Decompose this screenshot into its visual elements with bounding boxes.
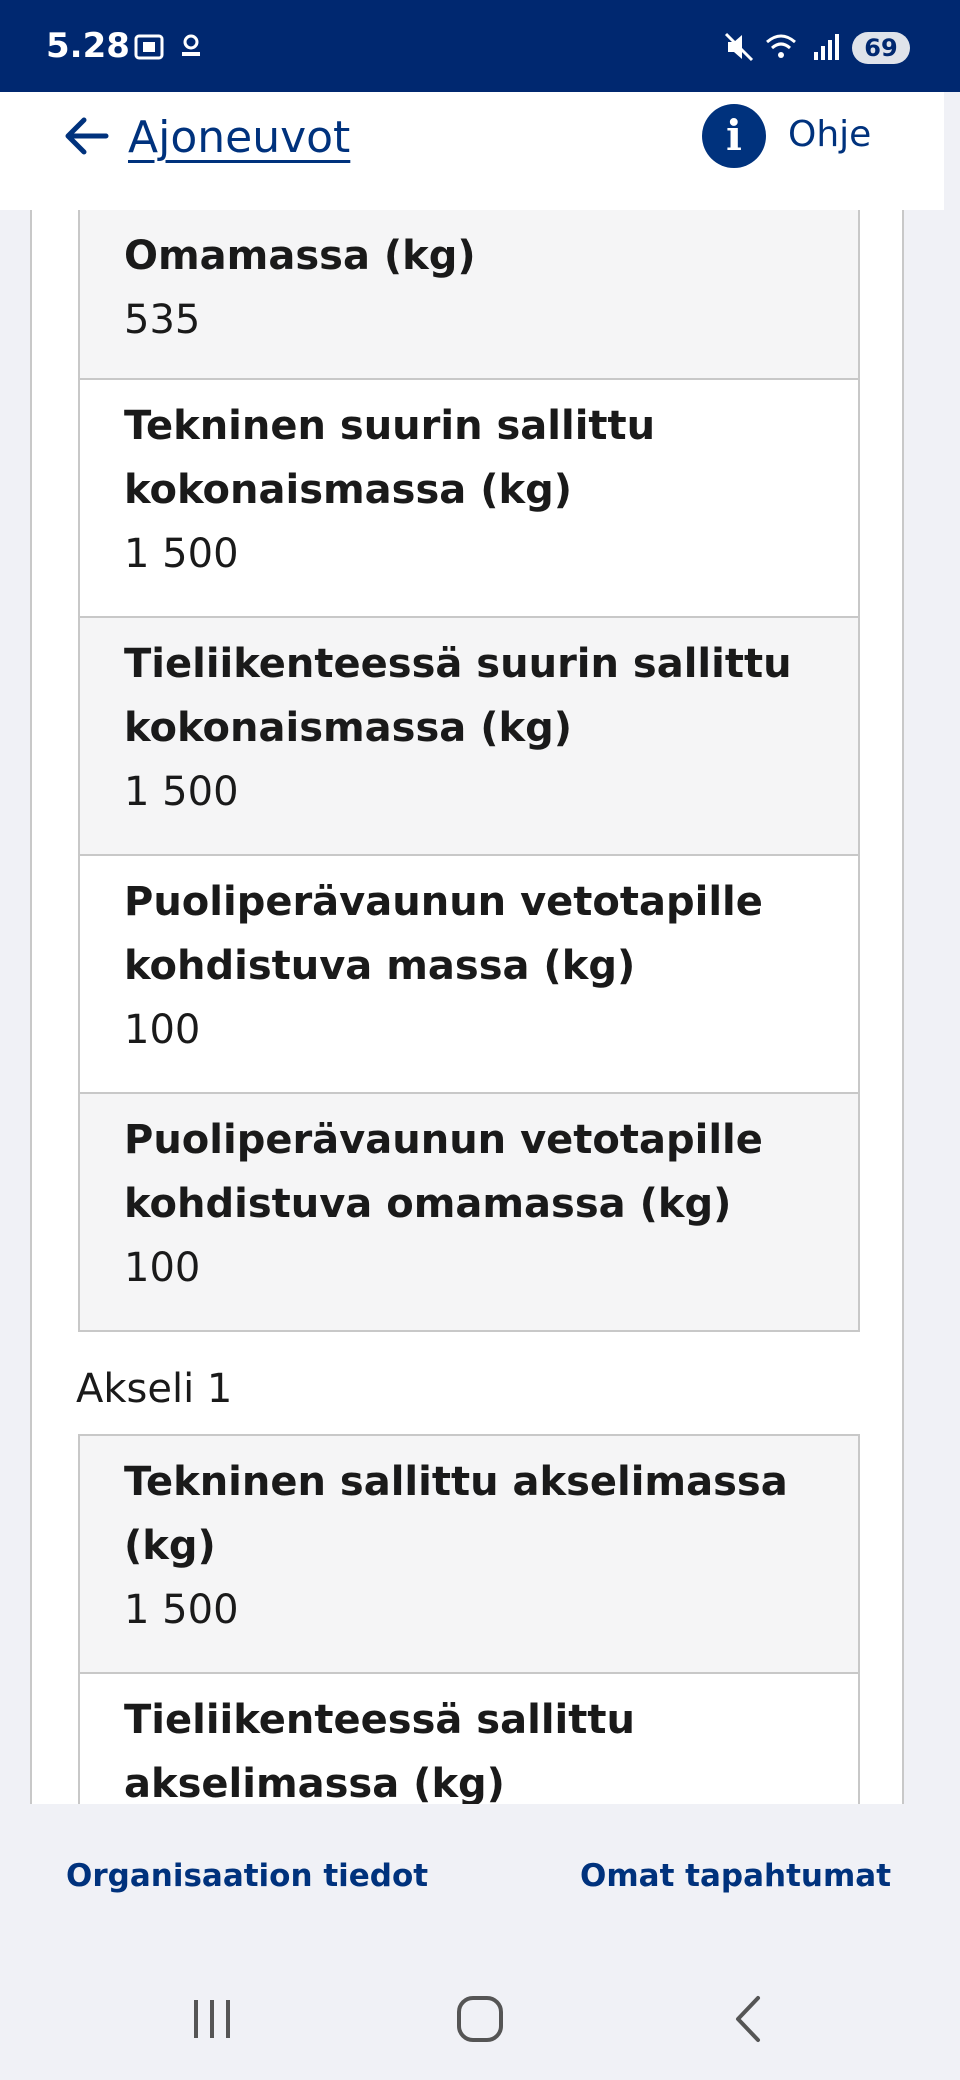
- axle-table: Tekninen sallittu akselimassa (kg) 1 500…: [78, 1434, 860, 1804]
- battery-indicator: 69: [852, 32, 910, 64]
- recent-apps-icon[interactable]: [182, 1994, 242, 2044]
- table-row: Puoliperävaunun vetotapille kohdistuva m…: [80, 854, 858, 1092]
- row-value: 100: [124, 1245, 201, 1291]
- row-value: 100: [124, 1007, 201, 1053]
- back-icon[interactable]: [720, 1994, 780, 2044]
- row-label: Puoliperävaunun vetotapille kohdistuva m…: [124, 879, 763, 989]
- mute-icon: [724, 32, 754, 62]
- status-bar: 5.28 69: [0, 0, 960, 92]
- screenshot-icon: [134, 34, 164, 60]
- row-label: Tekninen sallittu akselimassa (kg): [124, 1459, 788, 1569]
- row-label: Omamassa (kg): [124, 233, 476, 279]
- row-label: Tekninen suurin sallittu kokonaismassa (…: [124, 403, 656, 513]
- row-value: 1 500: [124, 769, 239, 815]
- table-row: Tieliikenteessä suurin sallittu kokonais…: [80, 616, 858, 854]
- table-row: Tieliikenteessä sallittu akselimassa (kg…: [80, 1672, 858, 1804]
- own-events-link[interactable]: Omat tapahtumat: [580, 1858, 891, 1894]
- table-row: Tekninen sallittu akselimassa (kg) 1 500: [80, 1436, 858, 1672]
- row-label: Tieliikenteessä suurin sallittu kokonais…: [124, 641, 792, 751]
- table-row: Puoliperävaunun vetotapille kohdistuva o…: [80, 1092, 858, 1330]
- wifi-icon: [766, 34, 796, 58]
- arrow-left-icon[interactable]: [62, 116, 110, 156]
- signal-icon: [814, 34, 839, 60]
- app-header: Ajoneuvot i Ohje: [0, 92, 944, 210]
- vehicle-details-panel: Omamassa (kg) 535 Tekninen suurin sallit…: [30, 210, 904, 1804]
- row-label: Puoliperävaunun vetotapille kohdistuva o…: [124, 1117, 763, 1227]
- help-label: Ohje: [788, 114, 872, 155]
- axle-section-title: Akseli 1: [76, 1366, 233, 1412]
- info-icon: i: [702, 104, 766, 168]
- row-value: 1 500: [124, 531, 239, 577]
- row-label: Tieliikenteessä sallittu akselimassa (kg…: [124, 1697, 635, 1804]
- home-icon[interactable]: [450, 1994, 510, 2044]
- row-value: 535: [124, 297, 201, 343]
- organisation-info-link[interactable]: Organisaation tiedot: [66, 1858, 428, 1894]
- mass-table: Omamassa (kg) 535 Tekninen suurin sallit…: [78, 210, 860, 1332]
- back-link-title[interactable]: Ajoneuvot: [128, 112, 350, 163]
- status-time: 5.28: [46, 26, 130, 66]
- row-value: 1 500: [124, 1587, 239, 1633]
- footer-links: Organisaation tiedot Omat tapahtumat: [0, 1804, 960, 1954]
- notification-icon: [182, 34, 200, 56]
- system-nav-bar: [0, 1954, 960, 2080]
- table-row: Omamassa (kg) 535: [80, 210, 858, 378]
- table-row: Tekninen suurin sallittu kokonaismassa (…: [80, 378, 858, 616]
